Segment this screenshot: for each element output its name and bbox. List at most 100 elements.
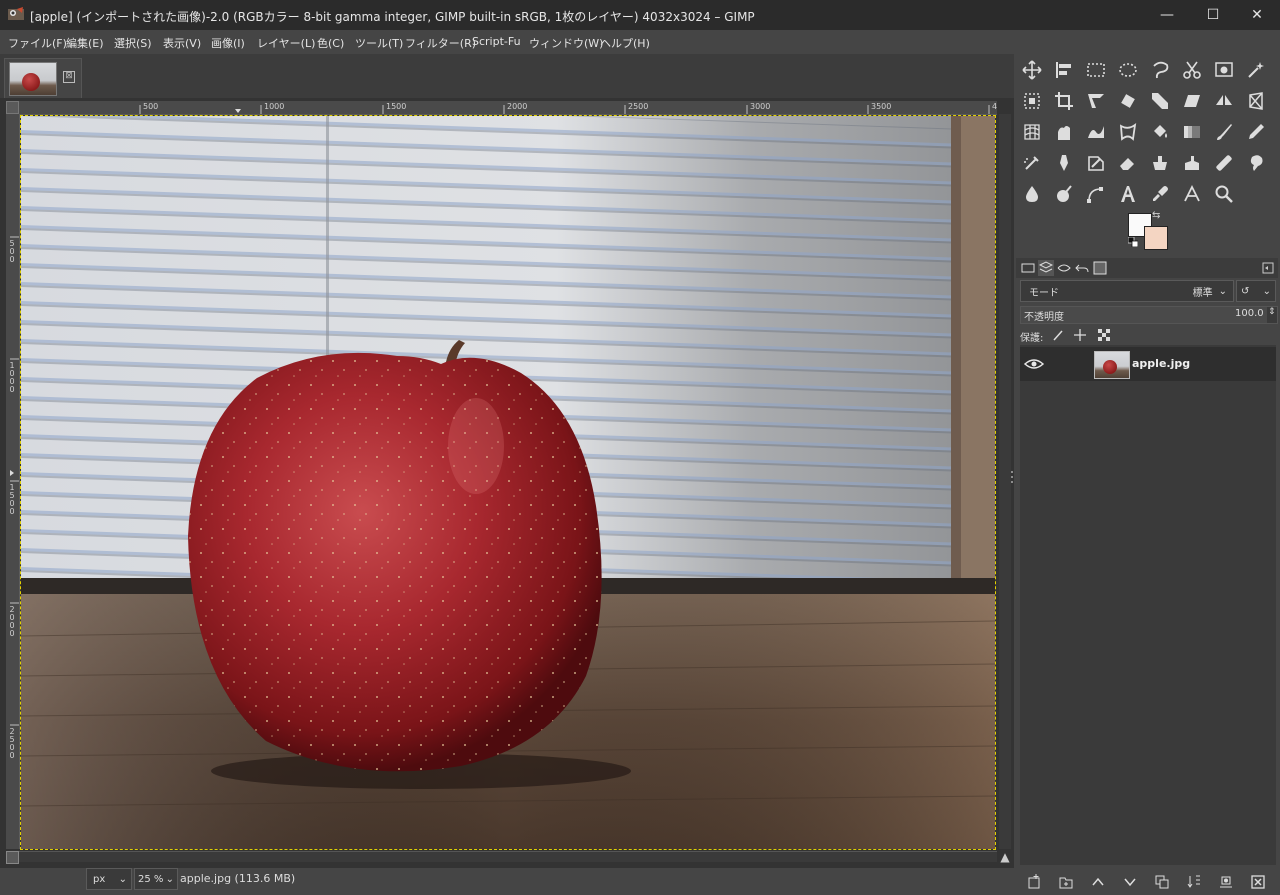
n-point-deform-tool[interactable] xyxy=(1116,120,1140,144)
crop-tool[interactable] xyxy=(1052,89,1076,113)
dock-menu-button[interactable] xyxy=(1260,260,1276,276)
ellipse-select-tool[interactable] xyxy=(1116,58,1140,82)
new-layer-icon xyxy=(1028,874,1040,889)
align-tool[interactable] xyxy=(1052,58,1076,82)
layers-list[interactable]: apple.jpg xyxy=(1020,345,1276,865)
menu-select[interactable]: 選択(S) xyxy=(114,35,152,51)
duplicate-layer-button[interactable] xyxy=(1152,872,1172,892)
maximize-button[interactable]: ☐ xyxy=(1190,0,1236,30)
free-select-tool[interactable] xyxy=(1148,58,1172,82)
color-picker-tool[interactable] xyxy=(1148,182,1172,206)
warp-tool[interactable] xyxy=(1020,120,1044,144)
lower-layer-button[interactable] xyxy=(1120,872,1140,892)
clone-tool[interactable] xyxy=(1148,151,1172,175)
scissors-select-tool[interactable] xyxy=(1180,58,1204,82)
ink-tool[interactable] xyxy=(1052,151,1076,175)
layer-mask-button[interactable] xyxy=(1216,872,1236,892)
opacity-spin-icon[interactable]: ⇕ xyxy=(1268,307,1276,317)
eye-icon[interactable] xyxy=(1024,357,1044,371)
lock-pixels-icon[interactable] xyxy=(1052,329,1064,341)
pencil-tool[interactable] xyxy=(1244,120,1268,144)
ruler-corner-button[interactable] xyxy=(6,101,19,114)
close-button[interactable]: ✕ xyxy=(1234,0,1280,30)
menu-edit[interactable]: 編集(E) xyxy=(66,35,104,51)
menu-script-fu[interactable]: Script-Fu xyxy=(472,35,521,48)
dock-tab-bar xyxy=(1016,258,1278,278)
minimize-button[interactable]: — xyxy=(1144,0,1190,30)
tab-layers[interactable] xyxy=(1038,260,1054,276)
color-select-tool[interactable] xyxy=(1020,89,1044,113)
perspective-tool[interactable] xyxy=(1244,89,1268,113)
airbrush-tool[interactable] xyxy=(1020,151,1044,175)
cage-tool[interactable] xyxy=(1052,120,1076,144)
image-tab[interactable]: ⊠ xyxy=(4,58,82,99)
composite-mode-button[interactable]: ↺ ⌄ xyxy=(1236,280,1276,302)
dock-separator-handle[interactable] xyxy=(1010,470,1014,484)
background-color-swatch[interactable] xyxy=(1144,226,1168,250)
rotate-tool[interactable] xyxy=(1116,89,1140,113)
tab-close-icon[interactable]: ⊠ xyxy=(63,71,75,83)
mask-icon xyxy=(1220,876,1232,888)
blur-tool[interactable] xyxy=(1020,182,1044,206)
zoom-select[interactable]: 25 % ⌄ xyxy=(134,868,178,890)
shear-tool[interactable] xyxy=(1180,89,1204,113)
menu-view[interactable]: 表示(V) xyxy=(163,35,201,51)
merge-down-button[interactable] xyxy=(1184,872,1204,892)
raise-layer-button[interactable] xyxy=(1088,872,1108,892)
menu-image[interactable]: 画像(I) xyxy=(211,35,245,51)
menu-colors[interactable]: 色(C) xyxy=(317,35,344,51)
menu-windows[interactable]: ウィンドウ(W) xyxy=(529,35,603,51)
mypaint-tool[interactable] xyxy=(1084,151,1108,175)
dodge-tool[interactable] xyxy=(1052,182,1076,206)
rect-select-tool[interactable] xyxy=(1084,58,1108,82)
heal-tool[interactable] xyxy=(1212,151,1236,175)
paths-tool[interactable] xyxy=(1084,182,1108,206)
zoom-icon xyxy=(1215,185,1233,203)
text-icon xyxy=(1121,186,1135,202)
layer-row[interactable]: apple.jpg xyxy=(1020,347,1276,381)
menu-tools[interactable]: ツール(T) xyxy=(355,35,403,51)
vertical-ruler[interactable]: 500 1000 1500 2000 2500 xyxy=(6,114,20,849)
apple-photo xyxy=(21,116,995,849)
new-layer-button[interactable] xyxy=(1024,872,1044,892)
menu-filters[interactable]: フィルター(R) xyxy=(405,35,476,51)
lock-alpha-icon[interactable] xyxy=(1098,329,1110,341)
fuzzy-select-tool[interactable] xyxy=(1244,58,1268,82)
tab-channels[interactable] xyxy=(1056,260,1072,276)
quick-mask-toggle[interactable] xyxy=(6,851,19,864)
tab-images[interactable] xyxy=(1092,260,1108,276)
new-layer-group-button[interactable] xyxy=(1056,872,1076,892)
handle-transform-tool[interactable] xyxy=(1084,120,1108,144)
gradient-tool[interactable] xyxy=(1180,120,1204,144)
unit-select[interactable]: px ⌄ xyxy=(86,868,132,890)
paintbrush-tool[interactable] xyxy=(1212,120,1236,144)
measure-tool[interactable] xyxy=(1180,182,1204,206)
eraser-tool[interactable] xyxy=(1116,151,1140,175)
delete-layer-button[interactable] xyxy=(1248,872,1268,892)
menu-help[interactable]: ヘルプ(H) xyxy=(600,35,650,51)
zoom-tool[interactable] xyxy=(1212,182,1236,206)
foreground-select-tool[interactable] xyxy=(1212,58,1236,82)
horizontal-scrollbar[interactable] xyxy=(19,851,997,862)
tab-tool-options[interactable] xyxy=(1020,260,1036,276)
opacity-slider[interactable]: 不透明度 100.0 ⇕ xyxy=(1020,306,1278,324)
menu-file[interactable]: ファイル(F) xyxy=(8,35,67,51)
navigate-icon[interactable]: ▲ xyxy=(998,850,1012,864)
scale-tool[interactable] xyxy=(1148,89,1172,113)
layer-name[interactable]: apple.jpg xyxy=(1132,357,1190,370)
tab-undo-history[interactable] xyxy=(1074,260,1090,276)
menu-layer[interactable]: レイヤー(L) xyxy=(257,35,315,51)
unified-transform-tool[interactable] xyxy=(1084,89,1108,113)
image-canvas[interactable] xyxy=(20,115,996,850)
swap-colors-icon[interactable]: ⇆ xyxy=(1152,210,1160,221)
flip-tool[interactable] xyxy=(1212,89,1236,113)
smudge-tool[interactable] xyxy=(1244,151,1268,175)
perspective-clone-tool[interactable] xyxy=(1180,151,1204,175)
default-colors-icon[interactable] xyxy=(1128,237,1138,247)
bucket-fill-tool[interactable] xyxy=(1148,120,1172,144)
move-tool[interactable] xyxy=(1020,58,1044,82)
text-tool[interactable] xyxy=(1116,182,1140,206)
horizontal-ruler[interactable]: 500 1000 1500 2000 2500 3000 3500 4 xyxy=(19,101,997,115)
lock-position-icon[interactable] xyxy=(1074,329,1086,341)
layer-mode-select[interactable]: モード 標準 ⌄ xyxy=(1020,280,1234,302)
